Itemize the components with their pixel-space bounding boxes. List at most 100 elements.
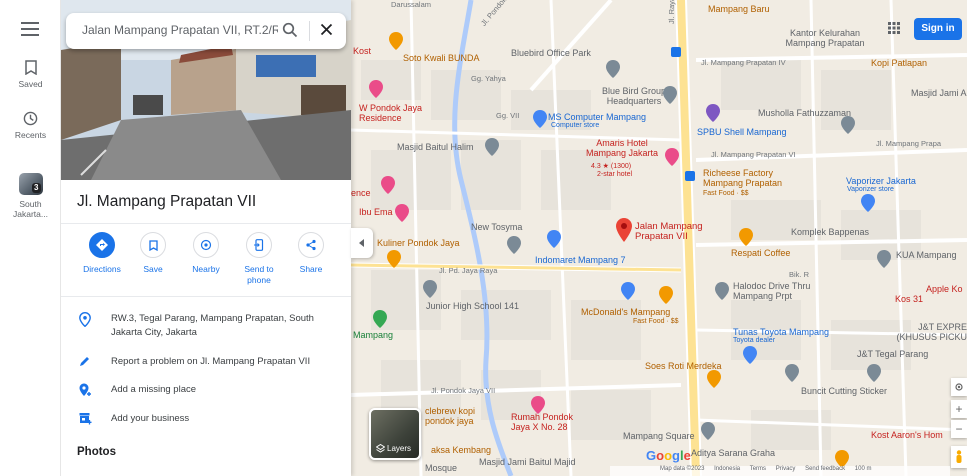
search-input[interactable]: Jalan Mampang Prapatan VII, RT.2/RW.3 bbox=[82, 23, 278, 37]
selected-place-label[interactable]: Jalan Mampang Prapatan VII bbox=[635, 222, 715, 242]
shop-pin-icon[interactable] bbox=[533, 110, 547, 133]
map-label[interactable]: Rumah Pondok Jaya X No. 28 bbox=[511, 412, 581, 432]
add-missing-place-row[interactable]: Add a missing place bbox=[61, 383, 351, 399]
place-pin-icon[interactable] bbox=[715, 282, 729, 305]
map-label[interactable]: Ibu Ema bbox=[359, 207, 393, 217]
my-location-button[interactable] bbox=[951, 378, 967, 396]
place-pin-icon[interactable] bbox=[867, 364, 881, 387]
school-pin-icon[interactable] bbox=[423, 280, 437, 303]
map-label[interactable]: Kuliner Pondok Jaya bbox=[377, 238, 460, 248]
bus-stop-icon[interactable] bbox=[685, 168, 695, 186]
map-label[interactable]: Tunas Toyota Mampang bbox=[733, 327, 829, 337]
map-label[interactable]: clebrew kopi pondok jaya bbox=[425, 406, 495, 426]
recent-place-button[interactable]: 3 South Jakarta... bbox=[0, 173, 61, 219]
lodging-pin-icon[interactable] bbox=[381, 176, 395, 199]
close-icon[interactable] bbox=[320, 23, 333, 36]
map-label[interactable]: Masjid Baitul Halim bbox=[397, 142, 474, 152]
map-label[interactable]: McDonald's Mampang bbox=[581, 307, 670, 317]
place-pin-icon[interactable] bbox=[507, 236, 521, 259]
search-box[interactable]: Jalan Mampang Prapatan VII, RT.2/RW.3 bbox=[66, 13, 346, 49]
country-text[interactable]: Indonesia bbox=[714, 466, 740, 472]
map-label[interactable]: Junior High School 141 bbox=[426, 301, 519, 311]
restaurant-pin-icon[interactable] bbox=[659, 286, 673, 309]
map-label[interactable]: Apple Ko bbox=[926, 284, 963, 294]
restaurant-pin-icon[interactable] bbox=[387, 250, 401, 273]
map-label[interactable]: Kos 31 bbox=[895, 294, 923, 304]
bus-stop-icon[interactable] bbox=[671, 44, 681, 62]
map-label[interactable]: Masjid Jami Baitul Majid bbox=[479, 457, 576, 467]
map-label[interactable]: SPBU Shell Mampang bbox=[697, 127, 787, 137]
map-label[interactable]: Masjid Jami A bbox=[911, 88, 967, 98]
collapse-panel-button[interactable] bbox=[351, 228, 373, 258]
map-label[interactable]: Aditya Sarana Graha bbox=[691, 448, 775, 458]
place-pin-icon[interactable] bbox=[701, 422, 715, 445]
map-label[interactable]: Vaporizer Jakarta bbox=[846, 176, 916, 186]
save-button[interactable]: Save bbox=[127, 232, 179, 275]
place-pin-icon[interactable] bbox=[606, 60, 620, 83]
lodging-pin-icon[interactable] bbox=[395, 204, 409, 227]
nearby-button[interactable]: Nearby bbox=[180, 232, 232, 275]
park-pin-icon[interactable] bbox=[373, 310, 387, 333]
map-label[interactable]: Kantor Kelurahan Mampang Prapatan bbox=[775, 28, 875, 48]
saved-button[interactable]: Saved bbox=[0, 60, 61, 89]
map-label[interactable]: J&T Tegal Parang bbox=[857, 349, 928, 359]
send-feedback-link[interactable]: Send feedback bbox=[805, 466, 845, 472]
map-label[interactable]: Mampang Baru bbox=[708, 4, 770, 14]
map-label[interactable]: J&T EXPRE (KHUSUS PICKU bbox=[881, 322, 967, 342]
terms-link[interactable]: Terms bbox=[750, 466, 766, 472]
add-business-row[interactable]: Add your business bbox=[61, 412, 351, 428]
pegman-button[interactable] bbox=[951, 446, 967, 468]
mosque-pin-icon[interactable] bbox=[485, 138, 499, 161]
map-label[interactable]: Buncit Cutting Sticker bbox=[801, 386, 887, 396]
lodging-pin-icon[interactable] bbox=[369, 80, 383, 103]
shop-pin-icon[interactable] bbox=[861, 194, 875, 217]
map-label[interactable]: Bluebird Office Park bbox=[511, 48, 591, 58]
address-row[interactable]: RW.3, Tegal Parang, Mampang Prapatan, So… bbox=[61, 312, 351, 342]
shop-pin-icon[interactable] bbox=[547, 230, 561, 253]
map-label[interactable]: Kost bbox=[353, 46, 371, 56]
map-label[interactable]: Amaris Hotel Mampang Jakarta bbox=[581, 138, 663, 158]
apps-grid-icon[interactable] bbox=[888, 22, 900, 34]
layers-button[interactable]: Layers bbox=[369, 408, 421, 460]
zoom-in-button[interactable]: + bbox=[951, 400, 967, 418]
car-dealer-pin-icon[interactable] bbox=[743, 346, 757, 369]
selected-place-pin[interactable] bbox=[616, 218, 632, 247]
map-label[interactable]: Mampang Square bbox=[623, 431, 695, 441]
map-label[interactable]: Komplek Bappenas bbox=[791, 227, 869, 237]
shop-pin-icon[interactable] bbox=[621, 282, 635, 305]
map-label[interactable]: Soto Kwali BUNDA bbox=[403, 53, 480, 63]
map-label[interactable]: Halodoc Drive Thru Mampang Prpt bbox=[733, 281, 813, 301]
map-label[interactable]: Richeese Factory Mampang Prapatan bbox=[703, 168, 783, 188]
hotel-pin-icon[interactable] bbox=[665, 148, 679, 171]
map-label[interactable]: ence bbox=[351, 188, 371, 198]
report-problem-row[interactable]: Report a problem on Jl. Mampang Prapatan… bbox=[61, 355, 351, 371]
cafe-pin-icon[interactable] bbox=[739, 228, 753, 251]
map-label[interactable]: Mosque bbox=[425, 463, 457, 473]
place-pin-icon[interactable] bbox=[877, 250, 891, 273]
scale-text[interactable]: 100 m bbox=[855, 466, 872, 472]
restaurant-pin-icon[interactable] bbox=[707, 370, 721, 393]
map-label[interactable]: MS Computer Mampang bbox=[548, 112, 646, 122]
search-icon[interactable] bbox=[282, 22, 298, 38]
map-label[interactable]: Musholla Fathuzzaman bbox=[758, 108, 851, 118]
gas-station-pin-icon[interactable] bbox=[706, 104, 720, 127]
map-label[interactable]: Kost Aaron's Hom bbox=[871, 430, 943, 440]
map-label[interactable]: Kopi Patlapan bbox=[871, 58, 927, 68]
map-label[interactable]: KUA Mampang bbox=[896, 250, 957, 260]
map-label[interactable]: New Tosyma bbox=[471, 222, 522, 232]
share-button[interactable]: Share bbox=[285, 232, 337, 275]
recents-button[interactable]: Recents bbox=[0, 111, 61, 140]
zoom-out-button[interactable]: − bbox=[951, 420, 967, 438]
place-pin-icon[interactable] bbox=[785, 364, 799, 387]
map-label[interactable]: W Pondok Jaya Residence bbox=[359, 103, 439, 123]
map-canvas[interactable]: Mampang Baru Kantor Kelurahan Mampang Pr… bbox=[351, 0, 967, 476]
restaurant-pin-icon[interactable] bbox=[389, 32, 403, 55]
menu-icon[interactable] bbox=[21, 22, 39, 36]
map-label[interactable]: aksa Kembang bbox=[431, 445, 491, 455]
mosque-pin-icon[interactable] bbox=[841, 116, 855, 139]
map-label[interactable]: Indomaret Mampang 7 bbox=[535, 255, 626, 265]
send-to-phone-button[interactable]: Send to phone bbox=[233, 232, 285, 286]
place-pin-icon[interactable] bbox=[663, 86, 677, 109]
lodging-pin-icon[interactable] bbox=[531, 396, 545, 419]
directions-button[interactable]: Directions bbox=[76, 232, 128, 275]
